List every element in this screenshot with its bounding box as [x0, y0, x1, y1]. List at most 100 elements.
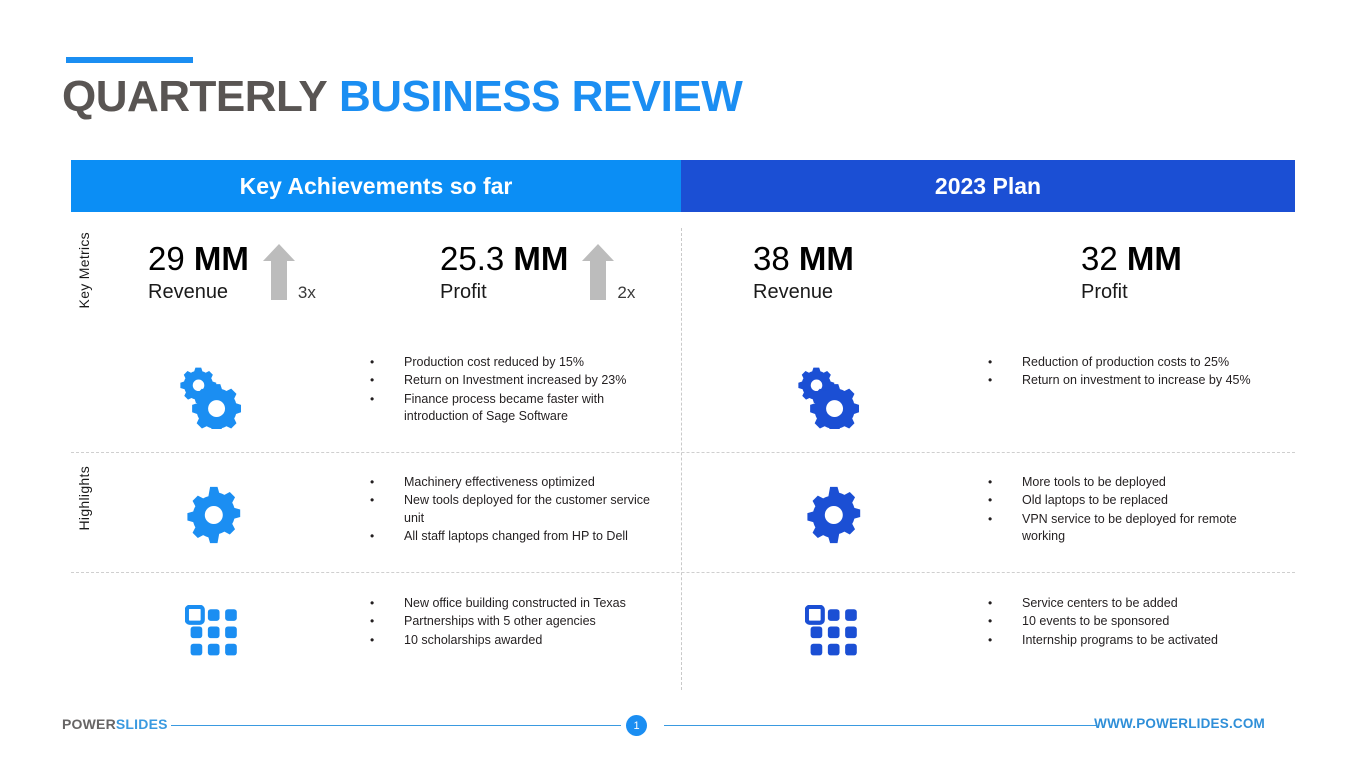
- bullet-marker: •: [370, 632, 375, 647]
- bullet-marker: •: [988, 355, 993, 369]
- bullet-marker: •: [370, 373, 375, 388]
- bullet-marker: •: [370, 493, 375, 508]
- metric-label: Profit: [1081, 280, 1128, 303]
- column-header-left: Key Achievements so far: [71, 160, 681, 212]
- bullet-marker: •: [988, 614, 993, 629]
- list-item: • Production cost reduced by 15%: [370, 354, 654, 371]
- grid-icon: [797, 597, 869, 669]
- list-item: • 10 scholarships awarded: [370, 632, 626, 649]
- row-label-highlights: Highlights: [76, 466, 92, 531]
- footer-rule-right: [664, 725, 1097, 726]
- row-divider-2: [71, 572, 1295, 573]
- metric-revenue-actual: 29 MM Revenue 3x: [148, 240, 316, 305]
- list-item-text: Internship programs to be activated: [1022, 632, 1218, 647]
- list-item: • More tools to be deployed: [988, 474, 1277, 491]
- footer-website-link[interactable]: WWW.POWERLIDES.COM: [1094, 716, 1265, 731]
- metric-label: Revenue: [753, 280, 834, 303]
- list-item: • Partnerships with 5 other agencies: [370, 613, 626, 630]
- list-item: • New tools deployed for the customer se…: [370, 492, 654, 527]
- list-item: • VPN service to be deployed for remote …: [988, 511, 1277, 546]
- column-header-right: 2023 Plan: [681, 160, 1295, 212]
- list-item: • Old laptops to be replaced: [988, 492, 1277, 509]
- metric-multiplier: 2x: [617, 283, 636, 302]
- bullet-marker: •: [370, 596, 375, 610]
- list-item-text: New office building constructed in Texas: [404, 596, 626, 610]
- list-item: • New office building constructed in Tex…: [370, 595, 626, 612]
- metric-profit-plan: 32 MM Profit: [1081, 240, 1182, 304]
- up-arrow-icon: [582, 244, 615, 305]
- list-item-text: More tools to be deployed: [1022, 475, 1166, 489]
- list-item: • Reduction of production costs to 25%: [988, 354, 1251, 371]
- bullet-marker: •: [370, 475, 375, 489]
- metric-multiplier: 3x: [297, 283, 316, 302]
- metric-number: 25.3: [440, 240, 505, 277]
- list-item-text: Return on investment to increase by 45%: [1022, 373, 1251, 388]
- list-item-text: Partnerships with 5 other agencies: [404, 614, 596, 629]
- bullet-list-left-1: • Production cost reduced by 15% • Retur…: [370, 354, 654, 426]
- metric-revenue-plan: 38 MM Revenue: [753, 240, 854, 304]
- two-gears-icon: [175, 360, 247, 432]
- metric-value: 25.3 MM: [440, 240, 568, 278]
- metric-value: 29 MM: [148, 240, 249, 278]
- row-label-key-metrics: Key Metrics: [76, 232, 92, 309]
- list-item-text: All staff laptops changed from HP to Del…: [404, 528, 628, 543]
- list-item: • Return on Investment increased by 23%: [370, 372, 654, 389]
- bullet-list-right-3: • Service centers to be added • 10 event…: [988, 595, 1218, 650]
- page-number-badge: 1: [626, 715, 647, 736]
- list-item-text: 10 events to be sponsored: [1022, 614, 1170, 629]
- bullet-marker: •: [370, 355, 375, 369]
- list-item: • Machinery effectiveness optimized: [370, 474, 654, 491]
- row-divider-1: [71, 452, 1295, 453]
- list-item-text: Reduction of production costs to 25%: [1022, 355, 1230, 369]
- metric-value: 32 MM: [1081, 240, 1182, 278]
- column-header-left-label: Key Achievements so far: [239, 172, 513, 199]
- bullet-marker: •: [988, 493, 993, 508]
- bullet-marker: •: [370, 391, 375, 406]
- list-item: • Finance process became faster with int…: [370, 391, 654, 426]
- list-item-text: Old laptops to be replaced: [1022, 493, 1168, 508]
- metric-label: Profit: [440, 280, 487, 303]
- bullet-list-left-2: • Machinery effectiveness optimized • Ne…: [370, 474, 654, 546]
- bullet-marker: •: [988, 596, 993, 610]
- bullet-marker: •: [370, 528, 375, 543]
- up-arrow-icon: [262, 244, 295, 305]
- metric-number: 29: [148, 240, 185, 277]
- column-header-right-label: 2023 Plan: [934, 172, 1042, 199]
- metric-profit-actual: 25.3 MM Profit 2x: [440, 240, 635, 305]
- list-item-text: New tools deployed for the customer serv…: [404, 493, 650, 525]
- bullet-marker: •: [988, 511, 993, 526]
- list-item: • Return on investment to increase by 45…: [988, 372, 1251, 389]
- list-item-text: 10 scholarships awarded: [404, 632, 543, 647]
- metric-unit: MM: [193, 240, 249, 277]
- bullet-list-left-3: • New office building constructed in Tex…: [370, 595, 626, 650]
- list-item: • 10 events to be sponsored: [988, 613, 1218, 630]
- bullet-list-right-2: • More tools to be deployed • Old laptop…: [988, 474, 1277, 546]
- list-item-text: Machinery effectiveness optimized: [404, 475, 595, 489]
- column-divider: [681, 228, 682, 690]
- bullet-list-right-1: • Reduction of production costs to 25% •…: [988, 354, 1251, 391]
- list-item: • Internship programs to be activated: [988, 632, 1218, 649]
- grid-icon: [177, 597, 249, 669]
- bullet-marker: •: [988, 373, 993, 388]
- list-item-text: Finance process became faster with intro…: [404, 391, 605, 423]
- gear-icon: [797, 479, 869, 551]
- brand-logo-part-1: POWER: [62, 716, 116, 732]
- list-item: • All staff laptops changed from HP to D…: [370, 528, 654, 545]
- metric-value: 38 MM: [753, 240, 854, 278]
- list-item-text: Production cost reduced by 15%: [404, 355, 584, 369]
- metric-trend: 3x: [262, 244, 316, 305]
- metric-unit: MM: [798, 240, 854, 277]
- list-item-text: VPN service to be deployed for remote wo…: [1022, 511, 1237, 543]
- title-accent-rule: [66, 57, 193, 63]
- metric-label: Revenue: [148, 280, 229, 303]
- metric-trend: 2x: [582, 244, 635, 305]
- bullet-marker: •: [988, 475, 993, 489]
- metric-unit: MM: [1126, 240, 1182, 277]
- page-title: QUARTERLY BUSINESS REVIEW: [62, 72, 743, 123]
- two-gears-icon: [793, 360, 865, 432]
- bullet-marker: •: [370, 614, 375, 629]
- list-item: • Service centers to be added: [988, 595, 1218, 612]
- page-title-part-1: QUARTERLY: [62, 72, 328, 121]
- list-item-text: Service centers to be added: [1022, 596, 1178, 610]
- brand-logo: POWERSLIDES: [62, 716, 168, 732]
